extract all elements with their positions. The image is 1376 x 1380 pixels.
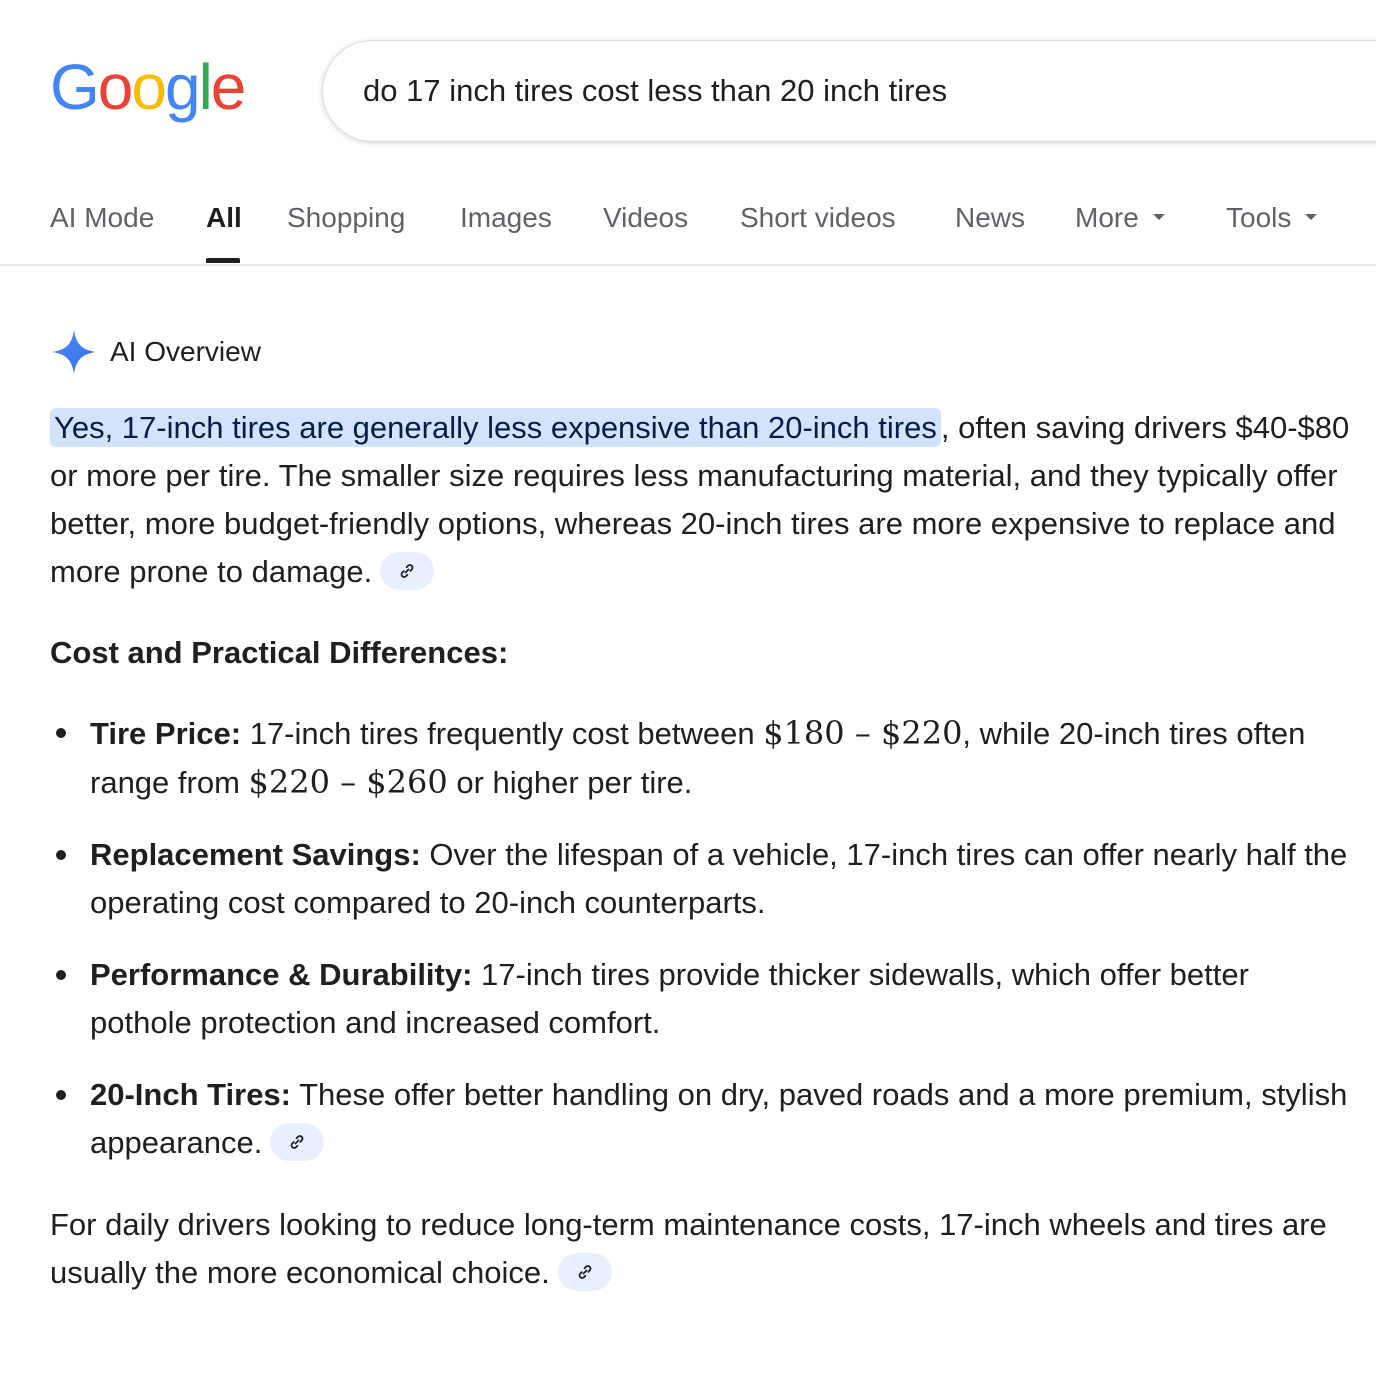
bullet-icon (56, 1090, 66, 1100)
tab-videos[interactable]: Videos (603, 202, 688, 234)
tab-news[interactable]: News (955, 202, 1025, 234)
closing-paragraph: For daily drivers looking to reduce long… (50, 1201, 1350, 1297)
price-range: $220 – $260 (248, 763, 448, 801)
tab-all[interactable]: All (206, 202, 242, 234)
section-heading: Cost and Practical Differences: (50, 635, 509, 670)
tab-short-videos[interactable]: Short videos (740, 202, 896, 234)
tab-more-label: More (1075, 202, 1139, 233)
list-item: Replacement Savings: Over the lifespan o… (50, 831, 1350, 927)
source-link-button[interactable] (270, 1122, 325, 1161)
header: Google (0, 0, 1376, 150)
bullet-text: or higher per tire. (447, 765, 693, 800)
bullet-term: Tire Price: (90, 716, 242, 751)
logo-letter: o (97, 51, 134, 123)
sparkle-icon (52, 330, 96, 374)
differences-list: Tire Price: 17-inch tires frequently cos… (50, 709, 1350, 1167)
link-icon (400, 563, 414, 578)
chevron-down-icon (1152, 213, 1165, 220)
list-item: Tire Price: 17-inch tires frequently cos… (50, 709, 1350, 807)
search-input[interactable] (363, 69, 1263, 113)
tab-shopping[interactable]: Shopping (287, 202, 405, 234)
tab-ai-mode[interactable]: AI Mode (50, 202, 154, 234)
source-link-button[interactable] (557, 1252, 612, 1291)
logo-letter: g (164, 51, 201, 123)
logo-letter: G (50, 51, 100, 123)
tab-tools-label: Tools (1226, 202, 1292, 233)
logo-letter: e (210, 51, 247, 123)
bullet-term: 20-Inch Tires: (90, 1077, 292, 1112)
ai-overview-title: AI Overview (110, 336, 261, 367)
link-icon (578, 1264, 592, 1279)
bullet-term: Performance & Durability: (90, 957, 473, 992)
bullet-icon (56, 728, 66, 738)
bullet-text: 17-inch tires frequently cost between (241, 716, 764, 751)
chevron-down-icon (1305, 213, 1318, 220)
link-icon (291, 1134, 304, 1149)
ai-overview-content: Yes, 17-inch tires are generally less ex… (50, 404, 1350, 1297)
closing-text: For daily drivers looking to reduce long… (50, 1207, 1327, 1290)
tab-images[interactable]: Images (460, 202, 552, 234)
bullet-term: Replacement Savings: (90, 837, 421, 872)
google-logo[interactable]: Google (50, 51, 247, 123)
list-item: Performance & Durability: 17-inch tires … (50, 951, 1350, 1047)
search-tabs: AI Mode All Shopping Images Videos Short… (0, 180, 1376, 266)
active-tab-indicator (206, 258, 240, 263)
list-item: 20-Inch Tires: These offer better handli… (50, 1071, 1350, 1167)
intro-paragraph: Yes, 17-inch tires are generally less ex… (50, 404, 1350, 596)
logo-letter: o (131, 51, 167, 123)
bullet-icon (56, 970, 66, 980)
search-box[interactable] (322, 40, 1376, 142)
highlighted-answer: Yes, 17-inch tires are generally less ex… (50, 408, 941, 447)
source-link-button[interactable] (380, 551, 435, 590)
tab-more[interactable]: More (1075, 202, 1165, 234)
tab-tools[interactable]: Tools (1226, 202, 1318, 234)
price-range: $180 – $220 (763, 714, 963, 752)
bullet-icon (56, 850, 66, 860)
logo-letter: l (198, 51, 213, 123)
